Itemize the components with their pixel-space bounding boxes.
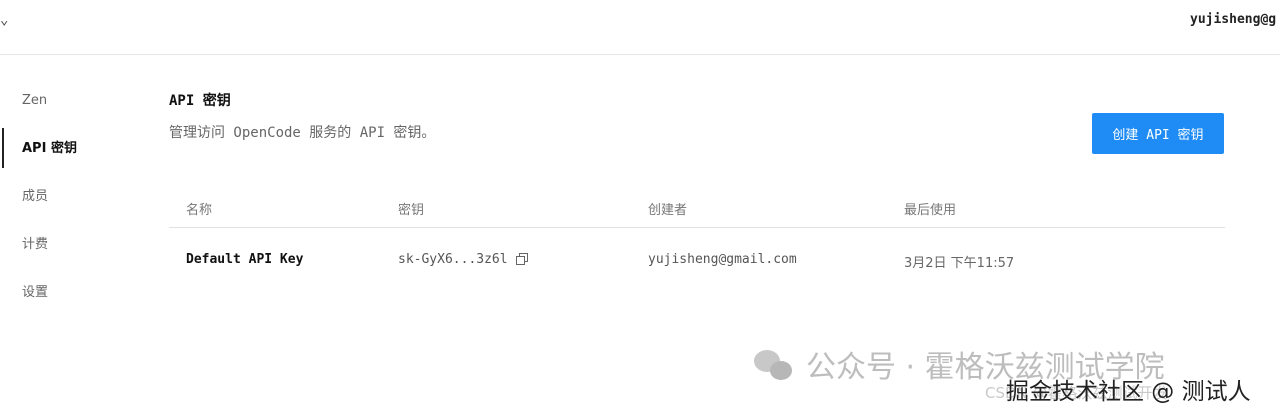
column-header-last-used: 最后使用	[904, 203, 957, 218]
page-title: API 密钥	[169, 93, 231, 109]
column-header-key: 密钥	[398, 203, 425, 218]
page-subtitle: 管理访问 OpenCode 服务的 API 密钥。	[169, 125, 436, 141]
column-header-creator: 创建者	[648, 203, 688, 218]
column-header-name: 名称	[186, 203, 213, 218]
sidebar-item-settings[interactable]: 设置	[0, 270, 150, 318]
key-last-used: 3月2日 下午11:57	[904, 256, 1015, 271]
table-row: Default API Key sk-GyX6...3z6l yujisheng…	[169, 228, 1225, 294]
api-keys-table: 名称 密钥 创建者 最后使用 Default API Key sk-GyX6..…	[169, 190, 1225, 294]
sidebar: Zen API 密钥 成员 计费 设置	[0, 78, 150, 318]
chevron-down-icon[interactable]: ⌄	[0, 12, 8, 28]
key-name: Default API Key	[186, 252, 304, 267]
top-bar: ⌄ yujisheng@g	[0, 0, 1280, 55]
sidebar-item-zen[interactable]: Zen	[0, 78, 150, 126]
user-email[interactable]: yujisheng@g	[1190, 12, 1276, 27]
sidebar-item-api-keys[interactable]: API 密钥	[0, 126, 150, 174]
watermark-juejin: 掘金技术社区 @ 测试人	[1006, 379, 1251, 405]
wechat-icon	[754, 350, 794, 380]
main-content: API 密钥 管理访问 OpenCode 服务的 API 密钥。	[169, 90, 1225, 142]
table-header: 名称 密钥 创建者 最后使用	[169, 190, 1225, 228]
copy-icon[interactable]	[515, 253, 528, 265]
key-secret: sk-GyX6...3z6l	[398, 252, 508, 267]
sidebar-item-billing[interactable]: 计费	[0, 222, 150, 270]
key-secret-cell: sk-GyX6...3z6l	[398, 252, 528, 267]
sidebar-item-members[interactable]: 成员	[0, 174, 150, 222]
active-nav-indicator	[2, 128, 4, 168]
create-api-key-button[interactable]: 创建 API 密钥	[1092, 113, 1224, 154]
key-creator: yujisheng@gmail.com	[648, 252, 797, 267]
